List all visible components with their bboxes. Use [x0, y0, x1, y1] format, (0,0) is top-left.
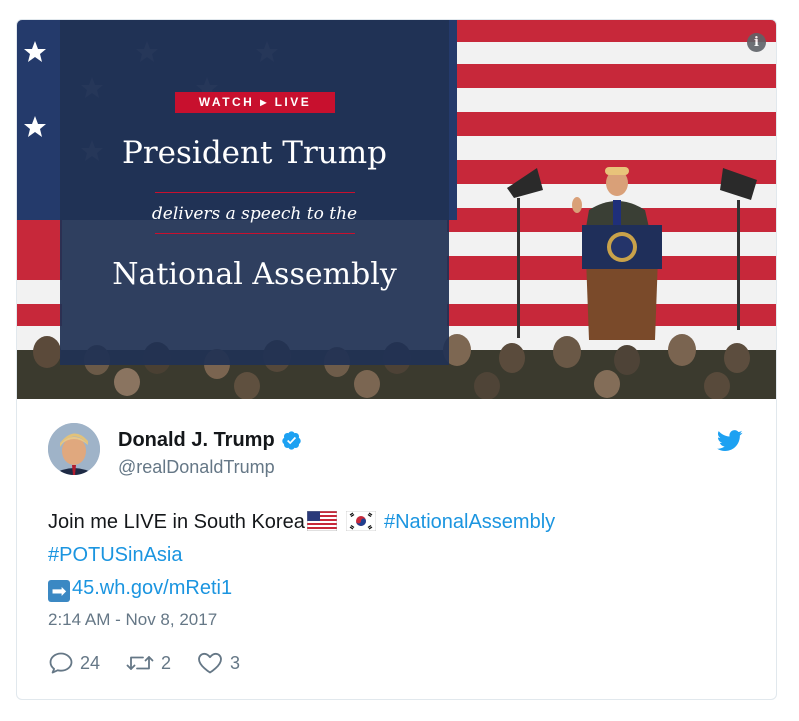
- tweet-line-2: #POTUSinAsia: [48, 539, 748, 572]
- headline-divider-top: [155, 192, 355, 193]
- avatar[interactable]: [48, 423, 100, 475]
- headline-divider-bottom: [155, 233, 355, 234]
- avatar-portrait-icon: [48, 423, 100, 475]
- display-name[interactable]: Donald J. Trump: [118, 429, 275, 452]
- like-button[interactable]: 3: [196, 651, 240, 675]
- hashtag-national-assembly[interactable]: #NationalAssembly: [384, 511, 555, 533]
- author-handle[interactable]: @realDonaldTrump: [118, 457, 275, 478]
- like-icon: [198, 652, 222, 674]
- tweet-media-image[interactable]: i WATCH ▸ LIVE President Trump delivers …: [17, 20, 776, 399]
- reply-count: 24: [80, 652, 101, 673]
- reply-icon: [49, 652, 73, 674]
- retweet-count: 2: [161, 652, 172, 673]
- retweet-button[interactable]: 2: [125, 651, 171, 675]
- tweet-text-intro: Join me LIVE in South Korea: [48, 511, 305, 533]
- right-arrow-emoji: ➡: [48, 580, 70, 602]
- tweet-actions: 24 2 3: [48, 651, 265, 675]
- tweet-text: Join me LIVE in South Korea #NationalAss…: [48, 506, 748, 605]
- retweet-icon: [126, 656, 154, 670]
- verified-badge-icon: [282, 431, 301, 450]
- headline-title: President Trump: [121, 135, 387, 171]
- tweet-line-3: ➡ 45.wh.gov/mReti1: [48, 572, 748, 605]
- badge-arrow-icon: ▸: [260, 95, 269, 109]
- tweet-timestamp[interactable]: 2:14 AM - Nov 8, 2017: [48, 610, 217, 630]
- tweet-card[interactable]: i WATCH ▸ LIVE President Trump delivers …: [16, 19, 777, 700]
- title-overlay-panel: WATCH ▸ LIVE President Trump delivers a …: [60, 20, 449, 365]
- tweet-line-1: Join me LIVE in South Korea #NationalAss…: [48, 506, 748, 539]
- headline-location: National Assembly: [112, 257, 397, 292]
- twitter-bird-icon[interactable]: [717, 430, 743, 452]
- us-flag-emoji: [306, 511, 337, 531]
- headline-subtitle: delivers a speech to the: [151, 204, 358, 224]
- south-korea-flag-emoji: [346, 511, 377, 531]
- info-icon[interactable]: i: [747, 33, 766, 52]
- badge-live-text: LIVE: [274, 95, 312, 109]
- badge-watch-text: WATCH: [198, 95, 255, 109]
- tweet-link[interactable]: 45.wh.gov/mReti1: [72, 577, 232, 599]
- author-name-row[interactable]: Donald J. Trump: [118, 429, 302, 452]
- like-count: 3: [230, 652, 241, 673]
- watch-live-badge: WATCH ▸ LIVE: [175, 92, 335, 113]
- reply-button[interactable]: 24: [48, 651, 100, 675]
- hashtag-potus-in-asia[interactable]: #POTUSinAsia: [48, 544, 183, 566]
